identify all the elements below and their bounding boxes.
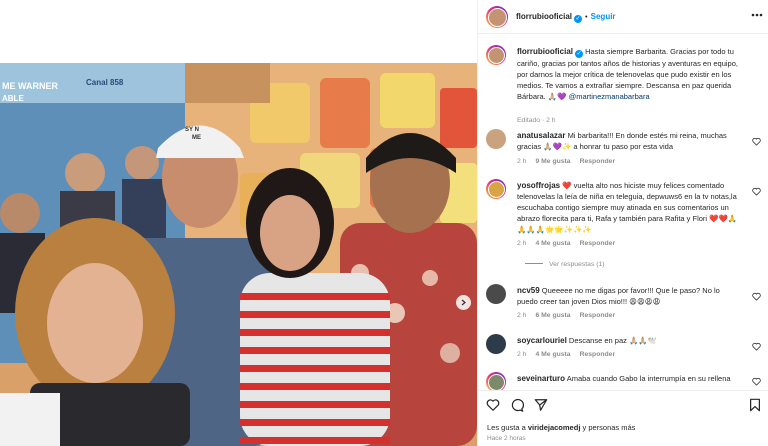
comment-text: Queeeee no me digas por favor!!! Que le … <box>517 286 720 306</box>
comment-item: ncv59 Queeeee no me digas por favor!!! Q… <box>486 284 761 324</box>
comment-meta: 2 h 4 Me gusta Responder <box>517 240 624 247</box>
send-icon[interactable] <box>534 398 548 412</box>
cap-text: SY N <box>185 127 199 133</box>
poster-sign-text-2: ABLE <box>2 94 24 103</box>
likes-user-link[interactable]: viridejacomedj <box>528 423 581 432</box>
follow-button[interactable]: Seguir <box>591 12 616 21</box>
svg-text:ME: ME <box>192 135 201 141</box>
comment-like-heart-icon[interactable] <box>752 187 761 196</box>
post-timestamp[interactable]: Hace 2 horas <box>487 435 526 442</box>
comment-text: Descanse en paz 🙏🏼🙏🏼🕊️ <box>568 336 657 345</box>
comment-item: seveinarturo Amaba cuando Gabo la interr… <box>486 372 761 390</box>
comment-text: Amaba cuando Gabo la interrumpía en su r… <box>566 374 731 383</box>
caption-username[interactable]: florrubiooficial <box>517 47 573 56</box>
comment-item: soycarlouriel Descanse en paz 🙏🏼🙏🏼🕊️ 2 h… <box>486 334 761 364</box>
comment-item: yosoffrojas ❤️ vuelta alto nos hiciste m… <box>486 179 761 274</box>
commenter-avatar[interactable] <box>486 372 506 390</box>
poster-channel-text: Canal 858 <box>86 78 124 87</box>
comment-like-heart-icon[interactable] <box>752 292 761 301</box>
comment-time: 2 h <box>517 351 527 358</box>
post-side-panel: florrubiooficial ✓ • Seguir florrubiooficia… <box>477 0 768 446</box>
reply-button[interactable]: Responder <box>580 158 616 165</box>
photo-illustration: ME WARNER ABLE Canal 858 SY N ME <box>0 63 477 446</box>
comment-time: 2 h <box>517 158 527 165</box>
poster-sign-text: ME WARNER <box>2 81 59 91</box>
author-avatar[interactable] <box>486 6 508 28</box>
comment-like-heart-icon[interactable] <box>752 137 761 146</box>
verified-badge-icon: ✓ <box>575 50 583 58</box>
verified-badge-icon: ✓ <box>574 15 582 23</box>
comment-text-block: soycarlouriel Descanse en paz 🙏🏼🙏🏼🕊️ <box>517 335 742 346</box>
comment-icon[interactable] <box>510 398 524 412</box>
comment-likes[interactable]: 4 Me gusta <box>535 351 570 358</box>
comment-username[interactable]: yosoffrojas <box>517 181 560 190</box>
caption-text-block: florrubiooficial ✓ Hasta siempre Barbarit… <box>517 46 742 102</box>
caption-item: florrubiooficial ✓ Hasta siempre Barbarit… <box>486 45 761 125</box>
comment-item: anatusalazar Mi barbarita!!! En donde es… <box>486 129 761 169</box>
comment-likes[interactable]: 9 Me gusta <box>535 158 570 165</box>
chevron-right-icon <box>461 299 466 306</box>
commenter-avatar[interactable] <box>486 129 506 149</box>
comments-list[interactable]: florrubiooficial ✓ Hasta siempre Barbarit… <box>478 35 768 390</box>
header-separator: • <box>585 12 588 21</box>
comment-username[interactable]: ncv59 <box>517 286 540 295</box>
replies-divider <box>525 263 543 264</box>
comment-meta: 2 h 6 Me gusta Responder <box>517 312 624 319</box>
comment-meta: 2 h 4 Me gusta Responder <box>517 351 624 358</box>
reply-button[interactable]: Responder <box>580 351 616 358</box>
comment-text-block: yosoffrojas ❤️ vuelta alto nos hiciste m… <box>517 180 742 235</box>
caption-author-avatar[interactable] <box>486 45 506 65</box>
likes-suffix[interactable]: y personas más <box>580 423 635 432</box>
caption-meta: Editado · 2 h <box>517 117 556 124</box>
author-username[interactable]: florrubiooficial <box>516 12 572 21</box>
likes-summary: Les gusta a viridejacomedj y personas má… <box>487 423 635 432</box>
comment-text-block: seveinarturo Amaba cuando Gabo la interr… <box>517 373 742 384</box>
comment-username[interactable]: soycarlouriel <box>517 336 567 345</box>
post-photo[interactable]: ME WARNER ABLE Canal 858 SY N ME <box>0 63 477 446</box>
comment-like-heart-icon[interactable] <box>752 377 761 386</box>
like-heart-icon[interactable] <box>486 398 500 412</box>
comment-time: 2 h <box>517 312 527 319</box>
comment-meta: 2 h 9 Me gusta Responder <box>517 158 624 165</box>
comment-text-block: anatusalazar Mi barbarita!!! En donde es… <box>517 130 742 152</box>
more-options-icon[interactable] <box>751 13 763 17</box>
bookmark-icon[interactable] <box>748 398 762 412</box>
view-replies-button[interactable]: Ver respuestas (1) <box>525 261 605 268</box>
next-photo-button[interactable] <box>456 295 471 310</box>
reply-button[interactable]: Responder <box>580 240 616 247</box>
caption-mention-link[interactable]: @martinezmanabarbara <box>569 92 650 101</box>
comment-username[interactable]: anatusalazar <box>517 131 565 140</box>
comment-like-heart-icon[interactable] <box>752 342 761 351</box>
commenter-avatar[interactable] <box>486 179 506 199</box>
commenter-avatar[interactable] <box>486 334 506 354</box>
commenter-avatar[interactable] <box>486 284 506 304</box>
comment-username[interactable]: seveinarturo <box>517 374 565 383</box>
post-header: florrubiooficial ✓ • Seguir <box>478 0 768 34</box>
reply-button[interactable]: Responder <box>580 312 616 319</box>
likes-prefix: Les gusta a <box>487 423 528 432</box>
view-replies-label: Ver respuestas (1) <box>549 261 605 268</box>
comment-likes[interactable]: 6 Me gusta <box>535 312 570 319</box>
comment-likes[interactable]: 4 Me gusta <box>535 240 570 247</box>
comment-time: 2 h <box>517 240 527 247</box>
comment-text-block: ncv59 Queeeee no me digas por favor!!! Q… <box>517 285 742 307</box>
